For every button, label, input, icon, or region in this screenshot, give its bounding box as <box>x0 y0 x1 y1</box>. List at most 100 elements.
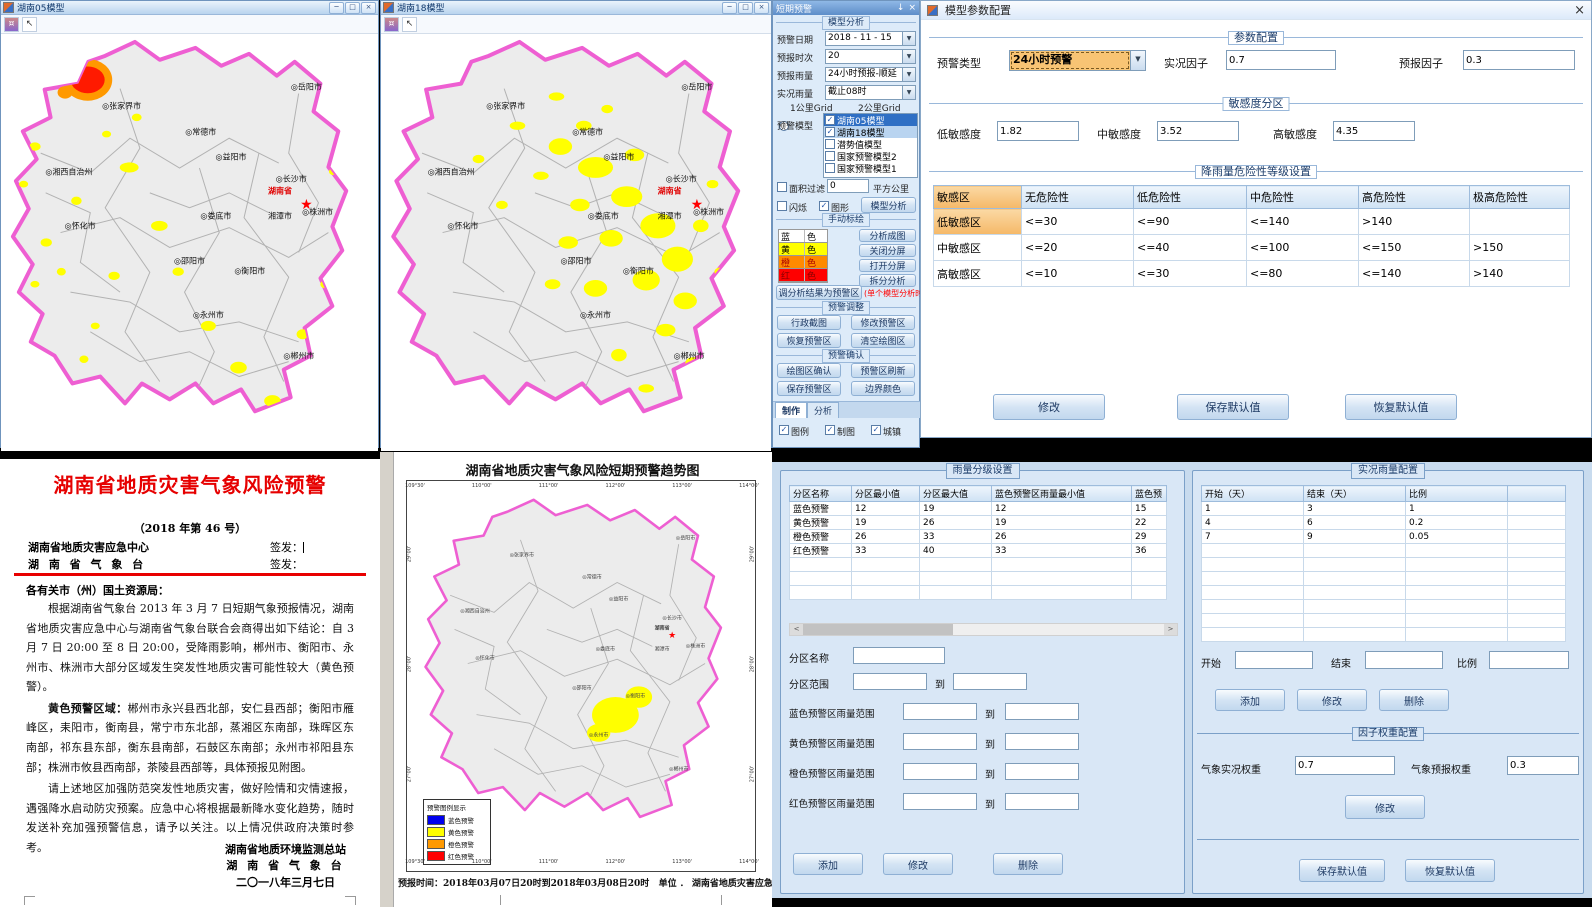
form-input[interactable] <box>853 647 945 664</box>
modify-warning-area-button[interactable]: 修改预警区 <box>851 315 915 330</box>
manual-button-3[interactable]: 拆分分析 <box>859 274 916 287</box>
tab-make[interactable]: 制作 <box>775 402 807 418</box>
border-color-button[interactable]: 边界颜色 <box>851 381 915 396</box>
area-filter-input[interactable] <box>827 179 869 193</box>
cursor-tool-icon[interactable]: ↖ <box>402 17 417 32</box>
model-listbox[interactable]: ✓湖南05模型✓湖南18模型潜势值模型国家预警模型2国家预警模型1 <box>823 113 918 178</box>
column-header[interactable]: 结束（天） <box>1304 486 1406 502</box>
minimize-button[interactable]: ─ <box>722 2 737 14</box>
page-edge-strip[interactable] <box>380 452 394 907</box>
delete-button[interactable]: 删除 <box>993 853 1063 875</box>
field-combo-1[interactable]: 20▼ <box>825 49 916 64</box>
transfer-result-button[interactable]: 调分析结果为预警区 <box>776 285 862 300</box>
graph-checkbox[interactable]: ✓ <box>819 201 829 211</box>
layer-tool-icon[interactable]: ¤ <box>384 17 399 32</box>
checkbox-icon[interactable] <box>825 151 835 161</box>
form-input[interactable] <box>1005 703 1079 720</box>
modify-button[interactable]: 修改 <box>1345 795 1425 819</box>
manual-button-1[interactable]: 关闭分屏 <box>859 244 916 257</box>
mid-sens-input[interactable] <box>1157 121 1239 141</box>
table-row[interactable]: 红色预警33403336 <box>790 544 1167 558</box>
modify-button[interactable]: 修改 <box>1297 689 1367 711</box>
cursor-tool-icon[interactable]: ↖ <box>22 17 37 32</box>
manual-button-0[interactable]: 分析成图 <box>859 229 916 242</box>
column-header[interactable]: 中危险性 <box>1247 186 1359 209</box>
towns-checkbox[interactable]: ✓ <box>871 425 881 435</box>
dialog-close-icon[interactable]: × <box>1574 3 1585 18</box>
field-combo-2[interactable]: 24小时预报-顺延▼ <box>825 67 916 82</box>
ratio-input[interactable] <box>1489 651 1569 669</box>
table-row[interactable]: 高敏感区<=10<=30<=80<=140>140 <box>934 261 1570 287</box>
window-titlebar[interactable]: 湖南05模型 ─ □ × <box>1 1 378 15</box>
checkbox-icon[interactable] <box>825 139 835 149</box>
form-input[interactable] <box>1005 793 1079 810</box>
low-sens-input[interactable] <box>997 121 1079 141</box>
column-header[interactable]: 敏感区 <box>934 186 1022 209</box>
mapping-checkbox[interactable]: ✓ <box>825 425 835 435</box>
table-row[interactable]: 131 <box>1202 502 1566 516</box>
layer-tool-icon[interactable]: ¤ <box>4 17 19 32</box>
column-header[interactable] <box>1508 486 1566 502</box>
save-warning-area-button[interactable]: 保存预警区 <box>777 381 841 396</box>
form-input[interactable] <box>903 793 977 810</box>
model-checkbox-item[interactable]: 潜势值模型 <box>824 138 917 150</box>
column-header[interactable]: 高危险性 <box>1359 186 1470 209</box>
actual-factor-input[interactable] <box>1226 50 1336 70</box>
horizontal-scrollbar[interactable]: < > <box>789 623 1178 636</box>
table-row[interactable]: 低敏感区<=30<=90<=140>140 <box>934 209 1570 235</box>
hunan-map-18[interactable]: ◎岳阳市◎张家界市◎常德市◎益阳市◎湘西自治州◎长沙市湖南省◎株洲市湘潭市◎娄底… <box>381 34 771 451</box>
model-checkbox-item[interactable]: ✓湖南05模型 <box>824 114 917 126</box>
dock-header[interactable]: 短期预警 ↓ × <box>773 1 919 15</box>
model-analyze-button[interactable]: 模型分析 <box>861 197 916 213</box>
warning-area-refresh-button[interactable]: 预警区刷新 <box>851 363 915 378</box>
column-header[interactable]: 分区名称 <box>790 486 852 502</box>
actual-rain-table[interactable]: 开始（天）结束（天）比例131460.2790.05 <box>1201 485 1577 642</box>
table-row[interactable]: 790.05 <box>1202 530 1566 544</box>
form-input[interactable] <box>903 763 977 780</box>
warn-type-combo[interactable]: 24小时预警 ▼ <box>1009 50 1146 71</box>
column-header[interactable]: 蓝色预 <box>1132 486 1167 502</box>
form-input[interactable] <box>1005 763 1079 780</box>
tab-analysis[interactable]: 分析 <box>807 402 839 418</box>
restore-defaults-button[interactable]: 恢复默认值 <box>1405 859 1495 882</box>
color-row[interactable]: 红色 <box>779 269 827 282</box>
column-header[interactable]: 开始（天） <box>1202 486 1304 502</box>
admin-clip-button[interactable]: 行政截图 <box>777 315 841 330</box>
model-checkbox-item[interactable]: 国家预警模型2 <box>824 150 917 162</box>
forecast-weight-input[interactable] <box>1507 756 1579 775</box>
warning-color-table[interactable]: 蓝色黄色橙色红色 <box>778 229 828 283</box>
color-row[interactable]: 黄色 <box>779 243 827 256</box>
column-header[interactable]: 蓝色预警区雨量最小值 <box>992 486 1132 502</box>
color-row[interactable]: 橙色 <box>779 256 827 269</box>
legend-checkbox[interactable]: ✓ <box>779 425 789 435</box>
modify-button[interactable]: 修改 <box>993 394 1105 420</box>
scroll-right-icon[interactable]: > <box>1164 624 1177 635</box>
pin-icon[interactable]: ↓ <box>897 3 905 13</box>
area-filter-checkbox[interactable] <box>777 182 787 192</box>
form-input[interactable] <box>1005 733 1079 750</box>
save-defaults-button[interactable]: 保存默认值 <box>1299 859 1385 882</box>
save-defaults-button[interactable]: 保存默认值 <box>1177 394 1289 420</box>
form-input[interactable] <box>903 703 977 720</box>
minimize-button[interactable]: ─ <box>329 2 344 14</box>
table-row[interactable]: 蓝色预警12191215 <box>790 502 1167 516</box>
add-button[interactable]: 添加 <box>1215 689 1285 711</box>
field-combo-3[interactable]: 截止08时▼ <box>825 85 916 100</box>
restore-button[interactable]: □ <box>738 2 753 14</box>
form-input[interactable] <box>853 673 927 690</box>
column-header[interactable]: 分区最小值 <box>852 486 920 502</box>
checkbox-icon[interactable]: ✓ <box>825 127 835 137</box>
forecast-factor-input[interactable] <box>1463 50 1575 70</box>
model-checkbox-item[interactable]: 国家预警模型1 <box>824 162 917 174</box>
close-button[interactable]: × <box>361 2 376 14</box>
restore-defaults-button[interactable]: 恢复默认值 <box>1345 394 1457 420</box>
table-row[interactable]: 黄色预警19261922 <box>790 516 1167 530</box>
clear-draw-area-button[interactable]: 清空绘图区 <box>851 333 915 348</box>
table-row[interactable]: 橙色预警26332629 <box>790 530 1167 544</box>
modify-button[interactable]: 修改 <box>883 853 953 875</box>
manual-button-2[interactable]: 打开分屏 <box>859 259 916 272</box>
chevron-down-icon[interactable]: ▼ <box>902 68 915 81</box>
column-header[interactable]: 低危险性 <box>1134 186 1247 209</box>
checkbox-icon[interactable] <box>825 163 835 173</box>
delete-button[interactable]: 删除 <box>1379 689 1449 711</box>
